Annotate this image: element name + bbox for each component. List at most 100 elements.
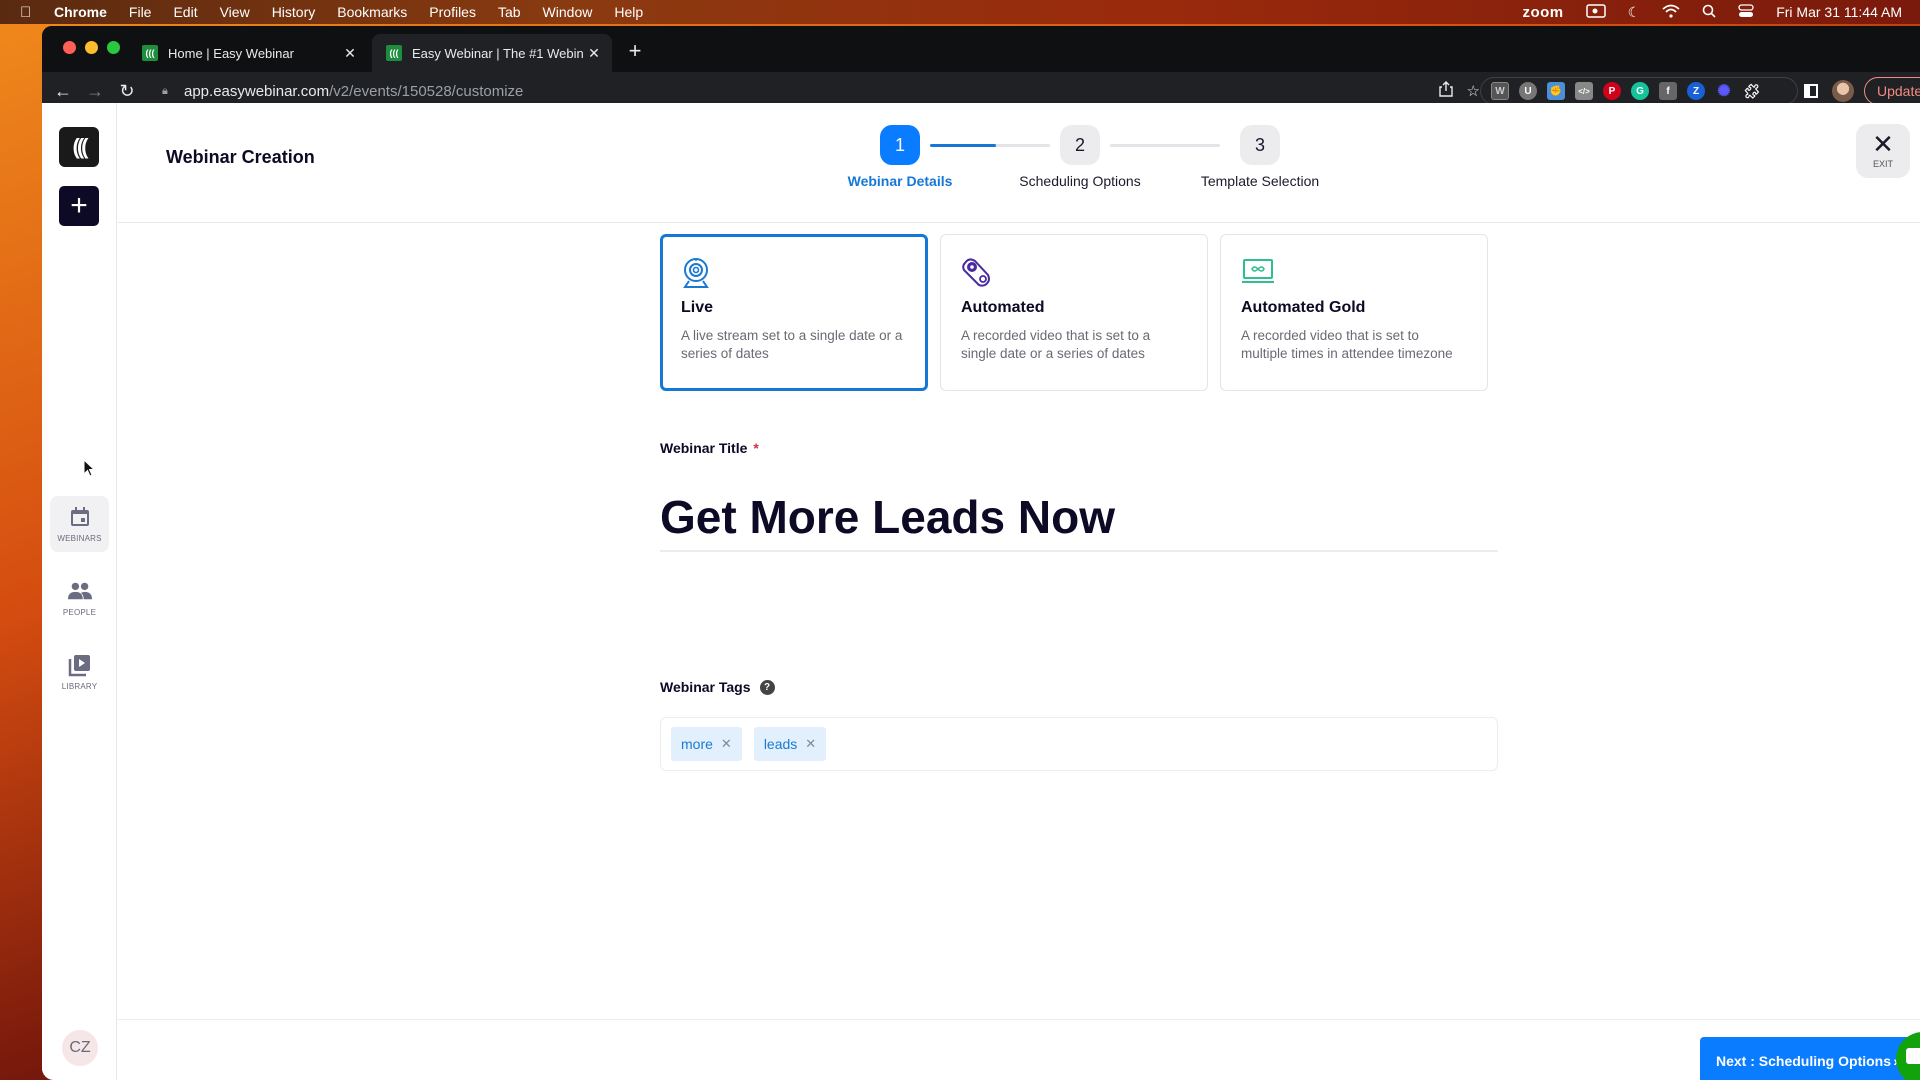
label-text: Webinar Tags: [660, 679, 751, 695]
mouse-cursor-icon: [83, 459, 95, 477]
help-question-icon[interactable]: ?: [759, 679, 775, 695]
minimize-window-button[interactable]: [85, 41, 98, 54]
spotlight-search-icon[interactable]: [1702, 4, 1716, 21]
menu-view[interactable]: View: [220, 4, 250, 20]
exit-label: EXIT: [1872, 159, 1893, 169]
url-path: /v2/events/150528/customize: [329, 82, 524, 100]
zoom-status-item[interactable]: zoom: [1522, 4, 1563, 21]
wifi-icon[interactable]: [1662, 4, 1680, 21]
step-1-circle[interactable]: 1: [880, 125, 920, 165]
lock-icon: 🔒︎: [162, 84, 168, 97]
webinar-title-input[interactable]: [660, 484, 1498, 552]
menu-profiles[interactable]: Profiles: [429, 4, 476, 20]
update-button[interactable]: Update: [1864, 77, 1920, 105]
screen-record-icon[interactable]: [1585, 3, 1606, 21]
control-center-icon[interactable]: [1738, 3, 1754, 21]
webinar-tags-input[interactable]: more ✕ leads ✕: [660, 717, 1498, 771]
maximize-window-button[interactable]: [107, 41, 120, 54]
step-1-label[interactable]: Webinar Details: [848, 173, 953, 189]
tab-title: Home | Easy Webinar: [168, 45, 294, 61]
step-2-label[interactable]: Scheduling Options: [1019, 173, 1140, 189]
chat-bubble-icon: [1906, 1048, 1920, 1064]
extension-sun-icon[interactable]: ✺: [1715, 82, 1733, 100]
webinar-type-card-live[interactable]: Live A live stream set to a single date …: [660, 234, 928, 391]
next-button-label: Next : Scheduling Options: [1716, 1052, 1892, 1069]
close-tab-icon[interactable]: ✕: [584, 45, 604, 62]
url-host: app.easywebinar.com: [184, 82, 330, 100]
step-3-circle[interactable]: 3: [1240, 125, 1280, 165]
sidebar: ((( + WEBINARS PEOPLE LIBRARY CZ: [42, 103, 117, 1080]
forward-arrow-icon[interactable]: →: [83, 79, 107, 103]
webinar-tags-label: Webinar Tags ?: [660, 679, 775, 695]
extension-u-icon[interactable]: U: [1519, 82, 1537, 100]
extension-w-icon[interactable]: W: [1491, 82, 1509, 100]
sidebar-item-webinars[interactable]: WEBINARS: [50, 496, 109, 552]
close-icon: ✕: [1872, 129, 1894, 159]
do-not-disturb-moon-icon[interactable]: ☾: [1628, 4, 1641, 21]
sidebar-item-label: WEBINARS: [57, 533, 102, 543]
close-tab-icon[interactable]: ✕: [340, 45, 360, 62]
sidebar-item-people[interactable]: PEOPLE: [50, 570, 109, 626]
extension-fist-icon[interactable]: ✊: [1547, 82, 1565, 100]
easywebinar-logo[interactable]: (((: [59, 127, 99, 167]
sidebar-item-label: PEOPLE: [62, 607, 97, 617]
required-asterisk: *: [753, 440, 759, 456]
menu-edit[interactable]: Edit: [173, 4, 197, 20]
webinar-details-form: Live A live stream set to a single date …: [118, 224, 1920, 1019]
address-bar[interactable]: 🔒︎ app.easywebinar.com/v2/events/150528/…: [150, 76, 1490, 106]
back-arrow-icon[interactable]: ←: [51, 79, 75, 103]
side-panel-icon[interactable]: [1804, 84, 1818, 98]
browser-tab-home[interactable]: ((( Home | Easy Webinar ✕: [128, 34, 368, 72]
bookmark-star-icon[interactable]: ☆: [1467, 82, 1480, 100]
people-icon: [67, 580, 92, 602]
card-title: Automated: [961, 299, 1045, 316]
menu-history[interactable]: History: [272, 4, 316, 20]
card-title: Automated Gold: [1241, 299, 1366, 316]
reload-icon[interactable]: ↻: [115, 79, 139, 103]
extension-facebook-icon[interactable]: f: [1659, 82, 1677, 100]
profile-avatar[interactable]: [1832, 80, 1854, 102]
menu-file[interactable]: File: [129, 4, 152, 20]
create-webinar-button[interactable]: +: [59, 186, 99, 226]
step-2-progress-line: [1110, 144, 1220, 147]
wizard-header: Webinar Creation 1 Webinar Details 2 Sch…: [118, 103, 1920, 223]
laptop-infinity-icon: [1241, 257, 1274, 289]
webinar-type-card-automated-gold[interactable]: Automated Gold A recorded video that is …: [1220, 234, 1488, 391]
apple-icon[interactable]: : [20, 4, 36, 21]
card-description: A live stream set to a single date or a …: [681, 328, 903, 361]
sidebar-item-library[interactable]: LIBRARY: [50, 644, 109, 700]
menu-bookmarks[interactable]: Bookmarks: [337, 4, 407, 20]
card-description: A recorded video that is set to multiple…: [1241, 328, 1453, 361]
step-3-label[interactable]: Template Selection: [1201, 173, 1319, 189]
menubar-clock[interactable]: Fri Mar 31 11:44 AM: [1776, 4, 1902, 20]
calendar-icon: [68, 506, 92, 528]
menu-app-name[interactable]: Chrome: [54, 4, 107, 20]
automation-gear-icon: [961, 257, 991, 289]
new-tab-button[interactable]: +: [622, 38, 648, 64]
menu-help[interactable]: Help: [614, 4, 643, 20]
extension-grammarly-icon[interactable]: G: [1631, 82, 1649, 100]
tab-title: Easy Webinar | The #1 Webinar: [412, 45, 584, 61]
extension-pinterest-icon[interactable]: P: [1603, 82, 1621, 100]
tag-chip: leads ✕: [753, 727, 827, 761]
label-text: Webinar Title: [660, 440, 748, 456]
remove-tag-icon[interactable]: ✕: [721, 736, 732, 752]
sidebar-item-label: LIBRARY: [61, 681, 98, 691]
webcam-icon: [681, 257, 711, 289]
remove-tag-icon[interactable]: ✕: [805, 736, 816, 752]
exit-button[interactable]: ✕ EXIT: [1856, 124, 1910, 178]
card-title: Live: [681, 299, 714, 316]
user-avatar[interactable]: CZ: [62, 1030, 98, 1066]
browser-window: ((( Home | Easy Webinar ✕ ((( Easy Webin…: [42, 26, 1920, 1080]
next-scheduling-options-button[interactable]: Next : Scheduling Options ›: [1700, 1037, 1920, 1080]
menu-window[interactable]: Window: [543, 4, 593, 20]
extension-code-icon[interactable]: </>: [1575, 82, 1593, 100]
step-2-circle[interactable]: 2: [1060, 125, 1100, 165]
share-icon[interactable]: [1438, 81, 1453, 101]
extension-z-icon[interactable]: Z: [1687, 82, 1705, 100]
browser-tab-active[interactable]: ((( Easy Webinar | The #1 Webinar ✕: [372, 34, 612, 72]
webinar-type-card-automated[interactable]: Automated A recorded video that is set t…: [940, 234, 1208, 391]
extensions-puzzle-icon[interactable]: 🧩︎: [1743, 82, 1761, 100]
close-window-button[interactable]: [63, 41, 76, 54]
menu-tab[interactable]: Tab: [498, 4, 521, 20]
